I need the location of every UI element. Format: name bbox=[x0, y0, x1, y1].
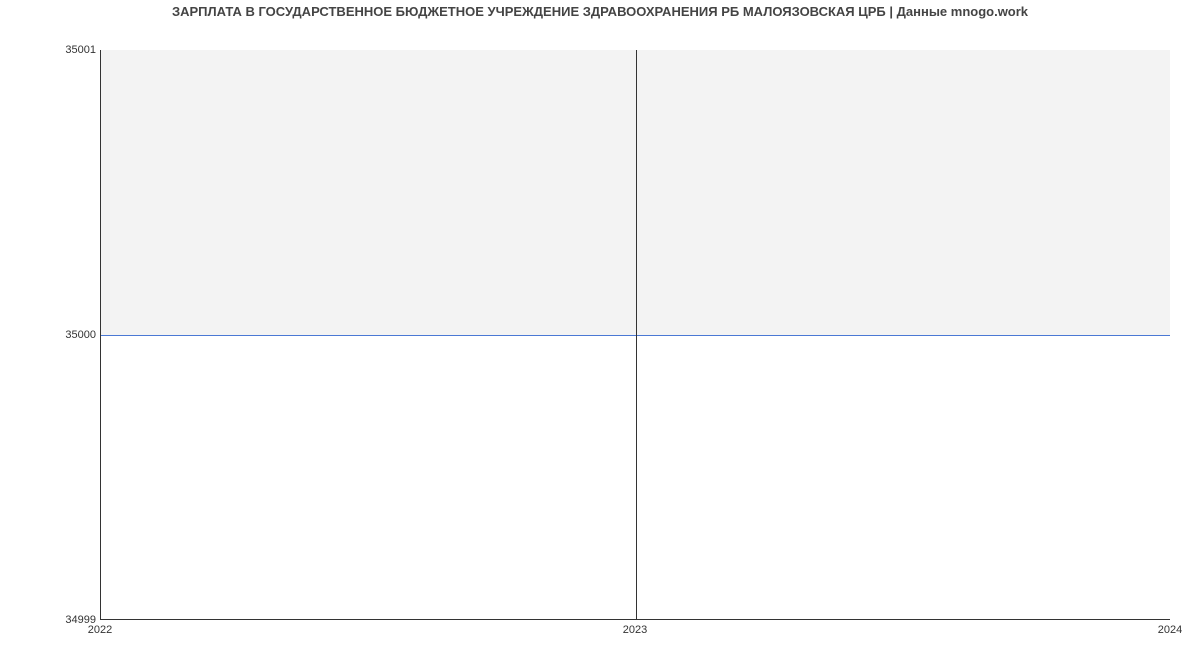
y-tick-label: 35000 bbox=[36, 329, 96, 341]
chart-container: ЗАРПЛАТА В ГОСУДАРСТВЕННОЕ БЮДЖЕТНОЕ УЧР… bbox=[0, 0, 1200, 650]
x-tick-label: 2022 bbox=[88, 624, 112, 636]
plot-area bbox=[100, 50, 1170, 620]
x-tick-label: 2024 bbox=[1158, 624, 1182, 636]
x-tick-label: 2023 bbox=[623, 624, 647, 636]
chart-title: ЗАРПЛАТА В ГОСУДАРСТВЕННОЕ БЮДЖЕТНОЕ УЧР… bbox=[0, 4, 1200, 19]
gridline-2023 bbox=[636, 50, 637, 619]
y-tick-label: 35001 bbox=[36, 44, 96, 56]
